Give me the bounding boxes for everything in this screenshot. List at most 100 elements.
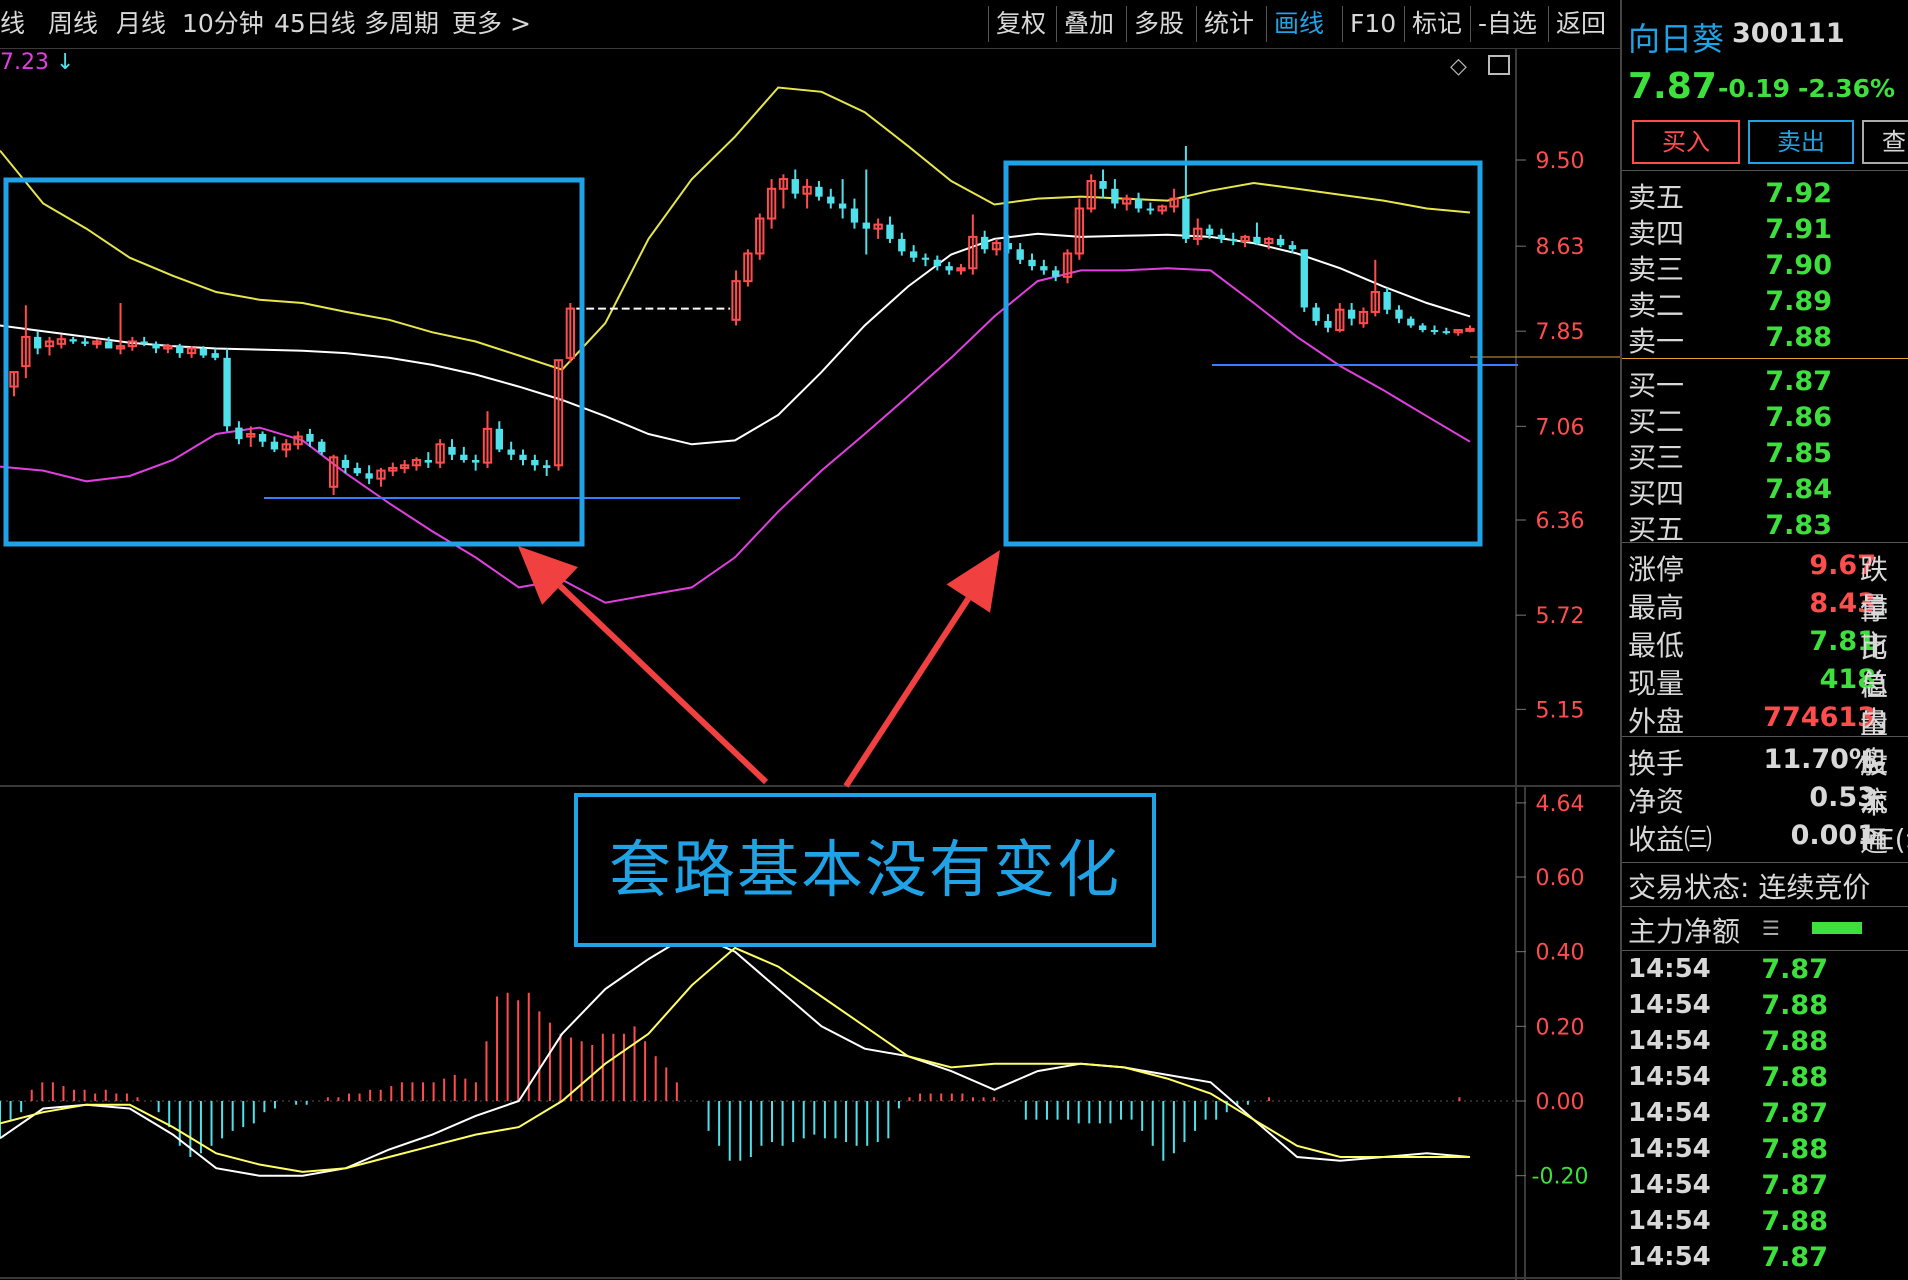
period-tab-0[interactable]: 线	[0, 0, 25, 48]
candle-body	[176, 346, 184, 354]
price-tick-label: 6.36	[1536, 509, 1585, 534]
order-book-price: 7.88	[1765, 322, 1832, 353]
macd-panel	[0, 931, 1471, 1177]
toolbar-button-8[interactable]: 返回	[1556, 0, 1606, 48]
tick-price: 7.88	[1761, 1134, 1828, 1165]
period-tab-3[interactable]: 10分钟	[182, 0, 264, 48]
chart-header-value: 7.23 ↓	[0, 50, 74, 75]
tick-time: 14:54	[1628, 990, 1711, 1020]
candle-body	[1111, 188, 1119, 204]
stat-label: 外盘	[1628, 705, 1685, 738]
price-tick-label: 5.15	[1536, 698, 1585, 723]
tick-price: 7.88	[1761, 1026, 1828, 1057]
order-book-label: 卖二	[1628, 289, 1685, 322]
candle-body	[945, 266, 953, 271]
kline-chart[interactable]: 9.50 8.63 7.85 7.06 6.36 5.72 5.15 4.64 0.60 0.40…	[0, 0, 1620, 1280]
main-net-label: 主力净额	[1628, 915, 1741, 948]
candle-body	[353, 467, 361, 474]
tick-time: 14:54	[1628, 1062, 1711, 1092]
tick-price: 7.88	[1761, 990, 1828, 1021]
stock-name: 向日葵	[1628, 20, 1725, 58]
candle-body	[34, 336, 42, 349]
toolbar-separator	[1196, 6, 1197, 42]
candle-body	[199, 348, 208, 356]
stock-code: 300111	[1732, 18, 1845, 49]
stat2-label: 收益㈢	[1628, 823, 1713, 856]
candle-body	[424, 459, 432, 463]
stat-label: 涨停	[1628, 553, 1685, 586]
tick-price: 7.88	[1761, 1206, 1828, 1237]
period-tab-4[interactable]: 45日线	[274, 0, 356, 48]
candle-body	[1383, 292, 1391, 310]
period-tab-5[interactable]: 多周期	[364, 0, 439, 48]
period-tab-1[interactable]: 周线	[48, 0, 98, 48]
stat2-value: 0.001	[1790, 820, 1876, 851]
sell-button[interactable]: 卖出	[1748, 120, 1854, 164]
candle-body	[69, 339, 77, 342]
highlight-box-right	[1003, 160, 1483, 547]
candle-body	[1395, 309, 1403, 319]
order-book-price: 7.92	[1765, 178, 1832, 209]
macd-tick-label: 0.40	[1536, 941, 1585, 966]
candle-body	[791, 179, 799, 194]
toolbar-button-0[interactable]: 复权	[996, 0, 1046, 48]
macd-tick-label: 0.00	[1536, 1090, 1585, 1115]
order-book-label: 买三	[1628, 441, 1685, 474]
candle-body	[341, 459, 350, 468]
candle-body	[1205, 228, 1214, 235]
diamond-icon[interactable]: ◇	[1450, 54, 1467, 79]
order-book-label: 买四	[1628, 477, 1685, 510]
period-tab-2[interactable]: 月线	[116, 0, 166, 48]
candle-body	[471, 459, 480, 463]
stat2-label: 净资	[1628, 785, 1685, 818]
candle-body	[933, 259, 941, 267]
stat-label: 现量	[1628, 667, 1685, 700]
candle-body	[1253, 236, 1261, 244]
tick-price: 7.87	[1761, 1170, 1828, 1201]
candle-body	[1418, 325, 1427, 331]
tick-time: 14:54	[1628, 1134, 1711, 1164]
list-icon[interactable]: ☰	[1762, 916, 1780, 940]
bollinger-lower-line	[0, 267, 1471, 604]
candle-body	[1430, 330, 1439, 333]
period-tab-6[interactable]: 更多 >	[452, 0, 531, 48]
toolbar-button-3[interactable]: 统计	[1204, 0, 1254, 48]
toolbar-button-4[interactable]: 画线	[1274, 0, 1324, 48]
arrow-left-shaft	[557, 583, 769, 785]
candle-body	[543, 465, 551, 468]
candle-body	[1052, 270, 1060, 277]
candle-body	[365, 473, 373, 479]
panel-toggle-icon[interactable]	[1488, 55, 1510, 75]
stock-change: -0.19	[1718, 74, 1791, 103]
arrow-right-shaft	[843, 596, 971, 788]
query-button[interactable]: 查	[1862, 120, 1908, 164]
header-value-text: 7.23	[0, 50, 49, 75]
toolbar-button-2[interactable]: 多股	[1134, 0, 1184, 48]
order-book-price: 7.90	[1765, 250, 1832, 281]
candle-body	[495, 428, 504, 450]
tick-time: 14:54	[1628, 1206, 1711, 1236]
toolbar-button-7[interactable]: -自选	[1478, 0, 1537, 48]
candle-body	[1324, 320, 1332, 328]
candle-body	[460, 454, 468, 460]
order-book-label: 卖四	[1628, 217, 1685, 250]
toolbar-button-6[interactable]: 标记	[1412, 0, 1462, 48]
candle-body	[1134, 198, 1143, 209]
candle-body	[223, 357, 231, 427]
stat2-value: 11.70%	[1763, 744, 1876, 775]
toolbar-button-1[interactable]: 叠加	[1064, 0, 1114, 48]
toolbar-button-5[interactable]: F10	[1350, 0, 1396, 48]
price-tick-label: 9.50	[1536, 149, 1585, 174]
tick-price: 7.87	[1761, 1242, 1828, 1273]
buy-button[interactable]: 买入	[1632, 120, 1740, 164]
candle-body	[306, 433, 314, 442]
bollinger-mid-line	[0, 232, 1471, 446]
candle-body	[838, 203, 847, 209]
price-tick-label: 5.72	[1536, 604, 1585, 629]
candle-body	[152, 343, 160, 349]
price-tick-label: 8.63	[1536, 235, 1585, 260]
order-book-price: 7.85	[1765, 438, 1832, 469]
candle-body	[81, 341, 89, 344]
order-book-label: 卖一	[1628, 325, 1685, 358]
order-book-price: 7.87	[1765, 366, 1832, 397]
